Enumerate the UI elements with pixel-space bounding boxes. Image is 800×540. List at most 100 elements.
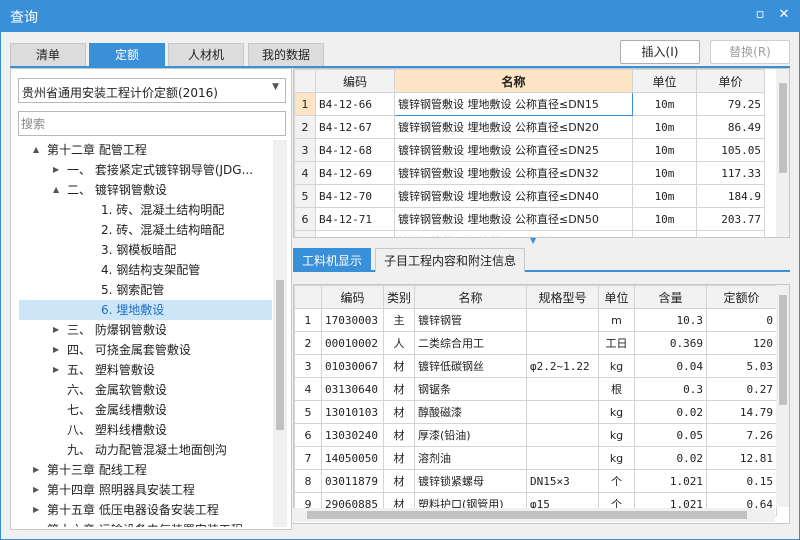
detail-tab-1[interactable]: 子目工程内容和附注信息 [375, 248, 526, 272]
collapsed-arrow-icon[interactable]: ▶ [33, 460, 39, 480]
quota-header-0[interactable]: 编码 [315, 69, 395, 93]
tree-node[interactable]: 七、 金属线槽敷设 [19, 400, 272, 420]
tree-node[interactable]: ▶ 一、 套接紧定式镀锌钢导管(JDG... [19, 160, 272, 180]
material-row[interactable]: 8 03011879 材镀锌锁紧螺母 DN15×3 个 1.021 0.15 [294, 469, 777, 493]
material-row[interactable]: 1 17030003 主镀锌钢管 m 10.3 0 [294, 308, 777, 332]
tree-node[interactable]: ▲ 二、 镀锌钢管敷设 [19, 180, 272, 200]
tab-1[interactable]: 定额 [89, 43, 165, 67]
quota-header-1[interactable]: 名称 [394, 69, 633, 93]
quota-price: 79.25 [696, 92, 765, 116]
tree-node[interactable]: 2. 砖、混凝土结构暗配 [19, 220, 272, 240]
material-hscrollbar[interactable] [293, 508, 775, 522]
collapsed-arrow-icon[interactable]: ▶ [33, 500, 39, 520]
tree-node[interactable]: 1. 砖、混凝土结构明配 [19, 200, 272, 220]
splitter-arrow-icon[interactable]: ▼ [530, 236, 536, 245]
material-header-4[interactable]: 单位 [598, 285, 635, 309]
material-name: 镀锌低碳钢丝 [414, 354, 527, 378]
tree-node[interactable]: ▶ 第十三章 配线工程 [19, 460, 272, 480]
tree-node[interactable]: ▶ 第十六章 运输设备电气装置安装工程 [19, 520, 272, 527]
material-category: 材 [383, 354, 415, 378]
collapsed-arrow-icon[interactable]: ▶ [53, 360, 59, 380]
material-price: 120 [706, 331, 777, 355]
tree-node[interactable]: ▶ 第十五章 低压电器设备安装工程 [19, 500, 272, 520]
quota-name: 镀锌钢管敷设 埋地敷设 公称直径≤DN20 [394, 115, 633, 139]
tree-node[interactable]: 六、 金属软管敷设 [19, 380, 272, 400]
detail-tab-0[interactable]: 工料机显示 [293, 248, 372, 272]
material-qty: 0.369 [634, 331, 707, 355]
quota-code: B4-12-68 [315, 138, 395, 162]
quota-unit: 10m [632, 115, 697, 139]
tree-node[interactable]: 6. 埋地敷设 [19, 300, 272, 320]
replace-button[interactable]: 替换(R) [710, 40, 790, 64]
search-box[interactable] [18, 111, 286, 136]
material-hscrollbar-thumb[interactable] [307, 511, 747, 519]
expanded-arrow-icon[interactable]: ▲ [53, 180, 59, 200]
quota-table-scrollbar[interactable] [776, 69, 789, 237]
tree-node[interactable]: 3. 钢模板暗配 [19, 240, 272, 260]
collapsed-arrow-icon[interactable]: ▶ [53, 340, 59, 360]
quota-row[interactable]: 2 B4-12-67 镀锌钢管敷设 埋地敷设 公称直径≤DN20 10m 86.49 [294, 115, 765, 139]
tree-node[interactable]: 5. 钢索配管 [19, 280, 272, 300]
material-row[interactable]: 6 13030240 材厚漆(铅油) kg 0.05 7.26 [294, 423, 777, 447]
quota-scrollbar-thumb[interactable] [779, 83, 787, 173]
collapsed-arrow-icon[interactable]: ▶ [53, 160, 59, 180]
tab-3[interactable]: 我的数据 [248, 43, 324, 67]
tree-node[interactable]: 九、 动力配管混凝土地面刨沟 [19, 440, 272, 460]
panel-splitter[interactable]: ▼ [293, 236, 790, 245]
close-icon[interactable]: ✕ [776, 7, 792, 23]
collapsed-arrow-icon[interactable]: ▶ [33, 520, 39, 527]
collapsed-arrow-icon[interactable]: ▶ [53, 320, 59, 340]
quota-price: 105.05 [696, 138, 765, 162]
tree-node[interactable]: ▶ 五、 塑料管敷设 [19, 360, 272, 380]
material-code: 03130640 [321, 377, 384, 401]
material-table-scrollbar[interactable] [776, 285, 789, 507]
tree-node-label: 六、 金属软管敷设 [67, 383, 167, 397]
quota-row-number: 6 [294, 207, 316, 231]
expanded-arrow-icon[interactable]: ▲ [33, 140, 39, 160]
tree-scrollbar-thumb[interactable] [276, 280, 284, 430]
quota-row[interactable]: 1 B4-12-66 镀锌钢管敷设 埋地敷设 公称直径≤DN15 10m 79.25 [294, 92, 765, 116]
material-row-number: 4 [294, 377, 322, 401]
tree-node-label: 二、 镀锌钢管敷设 [67, 183, 167, 197]
quota-library-select[interactable]: 贵州省通用安装工程计价定额(2016) ▼ [18, 78, 286, 103]
quota-row[interactable]: 4 B4-12-69 镀锌钢管敷设 埋地敷设 公称直径≤DN32 10m 117.33 [294, 161, 765, 185]
search-input[interactable] [21, 114, 281, 133]
material-row[interactable]: 5 13010103 材醇酸磁漆 kg 0.02 14.79 [294, 400, 777, 424]
material-row[interactable]: 7 14050050 材溶剂油 kg 0.02 12.81 [294, 446, 777, 470]
quota-name: 镀锌钢管敷设 埋地敷设 公称直径≤DN50 [394, 207, 633, 231]
tree-node[interactable]: 八、 塑料线槽敷设 [19, 420, 272, 440]
material-code: 03011879 [321, 469, 384, 493]
tree-node-label: 第十三章 配线工程 [47, 463, 147, 477]
material-qty: 0.02 [634, 446, 707, 470]
quota-header-2[interactable]: 单位 [632, 69, 697, 93]
material-header-6[interactable]: 定额价 [706, 285, 777, 309]
material-row[interactable]: 4 03130640 材钢锯条 根 0.3 0.27 [294, 377, 777, 401]
material-header-1[interactable]: 类别 [383, 285, 415, 309]
material-row[interactable]: 3 01030067 材镀锌低碳钢丝 φ2.2~1.22 kg 0.04 5.03 [294, 354, 777, 378]
tree-node[interactable]: ▶ 第十四章 照明器具安装工程 [19, 480, 272, 500]
material-header-3[interactable]: 规格型号 [526, 285, 599, 309]
material-category: 材 [383, 423, 415, 447]
insert-button[interactable]: 插入(I) [620, 40, 700, 64]
tab-0[interactable]: 清单 [10, 43, 86, 67]
material-unit: m [598, 308, 635, 332]
tab-2[interactable]: 人材机 [168, 43, 244, 67]
material-unit: kg [598, 354, 635, 378]
tree-scrollbar[interactable] [273, 140, 287, 527]
quota-row[interactable]: 6 B4-12-71 镀锌钢管敷设 埋地敷设 公称直径≤DN50 10m 203.77 [294, 207, 765, 231]
quota-row[interactable]: 3 B4-12-68 镀锌钢管敷设 埋地敷设 公称直径≤DN25 10m 105.05 [294, 138, 765, 162]
material-row[interactable]: 2 00010002 人二类综合用工 工日 0.369 120 [294, 331, 777, 355]
material-scrollbar-thumb[interactable] [779, 295, 787, 405]
tree-node[interactable]: ▶ 三、 防爆钢管敷设 [19, 320, 272, 340]
quota-row[interactable]: 5 B4-12-70 镀锌钢管敷设 埋地敷设 公称直径≤DN40 10m 184.9 [294, 184, 765, 208]
tree-node[interactable]: 4. 钢结构支架配管 [19, 260, 272, 280]
restore-icon[interactable]: ▫ [752, 7, 768, 23]
tree-node[interactable]: ▶ 四、 可挠金属套管敷设 [19, 340, 272, 360]
material-header-5[interactable]: 含量 [634, 285, 707, 309]
material-category: 材 [383, 377, 415, 401]
tree-node[interactable]: ▲ 第十二章 配管工程 [19, 140, 272, 160]
material-header-2[interactable]: 名称 [414, 285, 527, 309]
material-header-0[interactable]: 编码 [321, 285, 384, 309]
collapsed-arrow-icon[interactable]: ▶ [33, 480, 39, 500]
quota-header-3[interactable]: 单价 [696, 69, 765, 93]
